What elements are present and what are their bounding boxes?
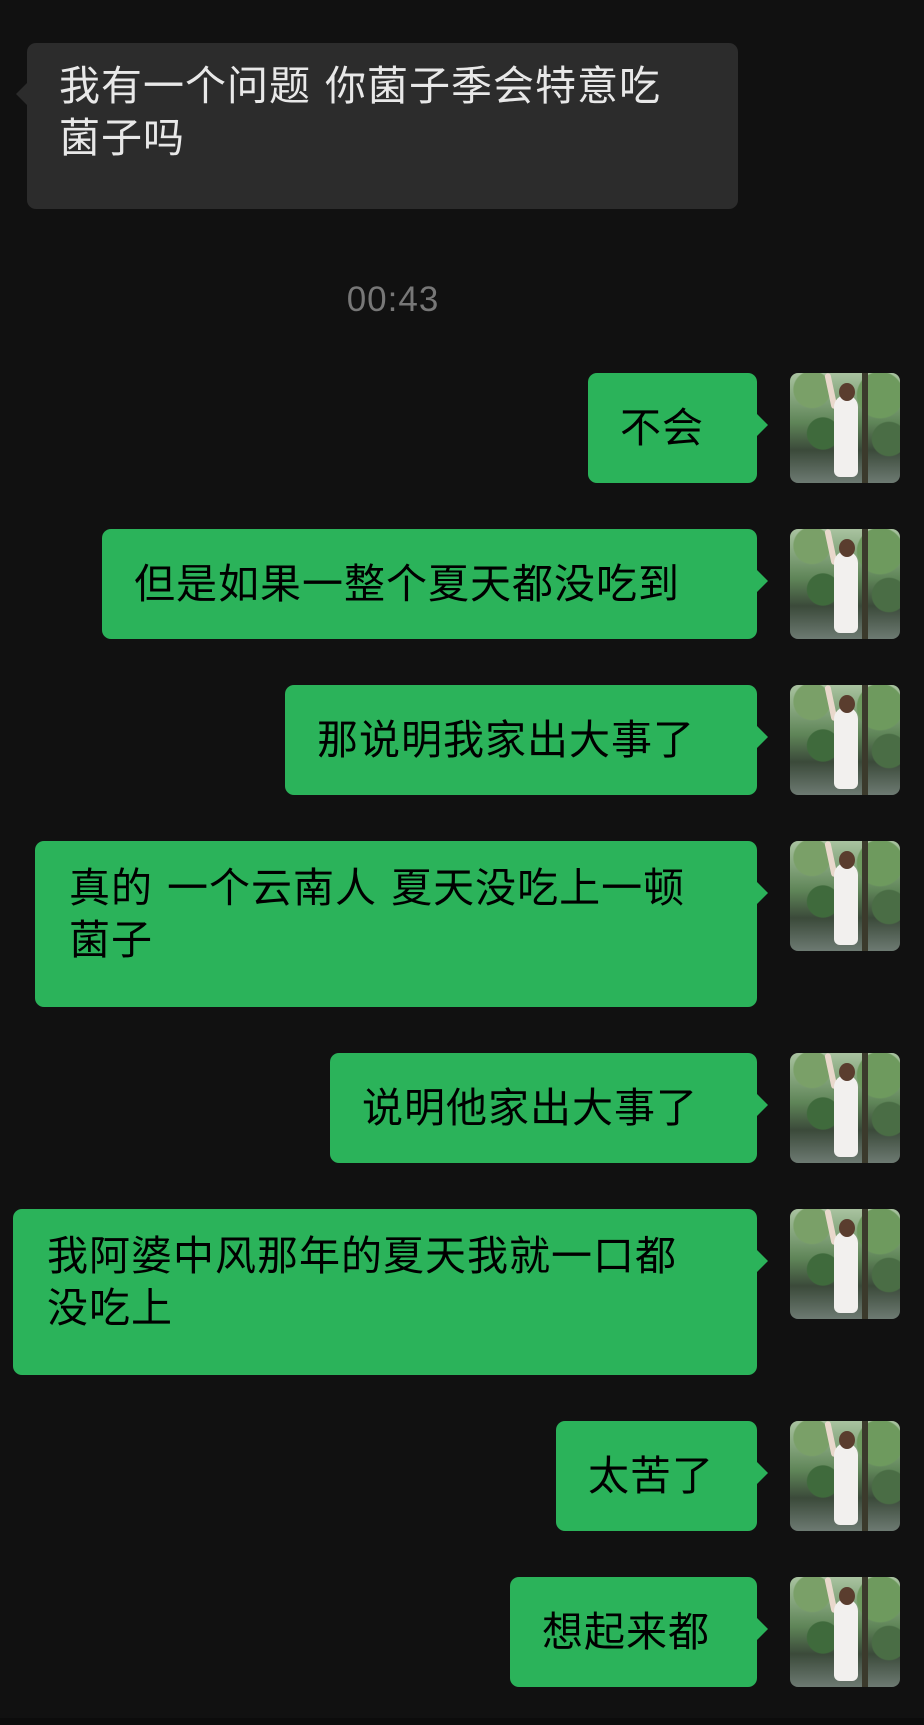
message-text-line: 没吃上: [47, 1284, 173, 1332]
message-text-line: 菌子: [69, 916, 153, 964]
message-text: 那说明我家出大事了: [317, 716, 695, 764]
outgoing-message-bubble[interactable]: 真的 一个云南人 夏天没吃上一顿 菌子: [35, 841, 768, 1007]
message-text-line: 我有一个问题 你菌子季会特意吃: [59, 62, 662, 110]
chat-message-list[interactable]: 我有一个问题 你菌子季会特意吃 菌子吗 00:43 不会 但是如果一整个夏天都没…: [0, 0, 924, 1725]
user-avatar[interactable]: [790, 1053, 900, 1163]
message-text-line: 我阿婆中风那年的夏天我就一口都: [47, 1232, 677, 1280]
outgoing-message-bubble[interactable]: 太苦了: [556, 1421, 768, 1531]
message-text: 太苦了: [588, 1452, 714, 1500]
message-text: 说明他家出大事了: [362, 1084, 698, 1132]
incoming-message-bubble[interactable]: 我有一个问题 你菌子季会特意吃 菌子吗: [16, 43, 738, 209]
user-avatar[interactable]: [790, 1421, 900, 1531]
outgoing-message-bubble[interactable]: 那说明我家出大事了: [285, 685, 768, 795]
message-text-line: 真的 一个云南人 夏天没吃上一顿: [69, 864, 686, 912]
message-text: 不会: [620, 404, 704, 452]
bottom-edge: [0, 1718, 924, 1725]
outgoing-message-bubble[interactable]: 但是如果一整个夏天都没吃到: [102, 529, 768, 639]
user-avatar[interactable]: [790, 685, 900, 795]
user-avatar[interactable]: [790, 529, 900, 639]
user-avatar[interactable]: [790, 373, 900, 483]
outgoing-message-bubble[interactable]: 我阿婆中风那年的夏天我就一口都 没吃上: [13, 1209, 768, 1375]
outgoing-message-bubble[interactable]: 想起来都: [510, 1577, 768, 1687]
user-avatar[interactable]: [790, 1577, 900, 1687]
message-text-line: 菌子吗: [59, 114, 185, 162]
user-avatar[interactable]: [790, 841, 900, 951]
user-avatar[interactable]: [790, 1209, 900, 1319]
message-text: 但是如果一整个夏天都没吃到: [134, 560, 680, 608]
message-timestamp: 00:43: [346, 280, 440, 319]
outgoing-message-bubble[interactable]: 不会: [588, 373, 768, 483]
message-text: 想起来都: [542, 1608, 710, 1656]
outgoing-message-bubble[interactable]: 说明他家出大事了: [330, 1053, 768, 1163]
